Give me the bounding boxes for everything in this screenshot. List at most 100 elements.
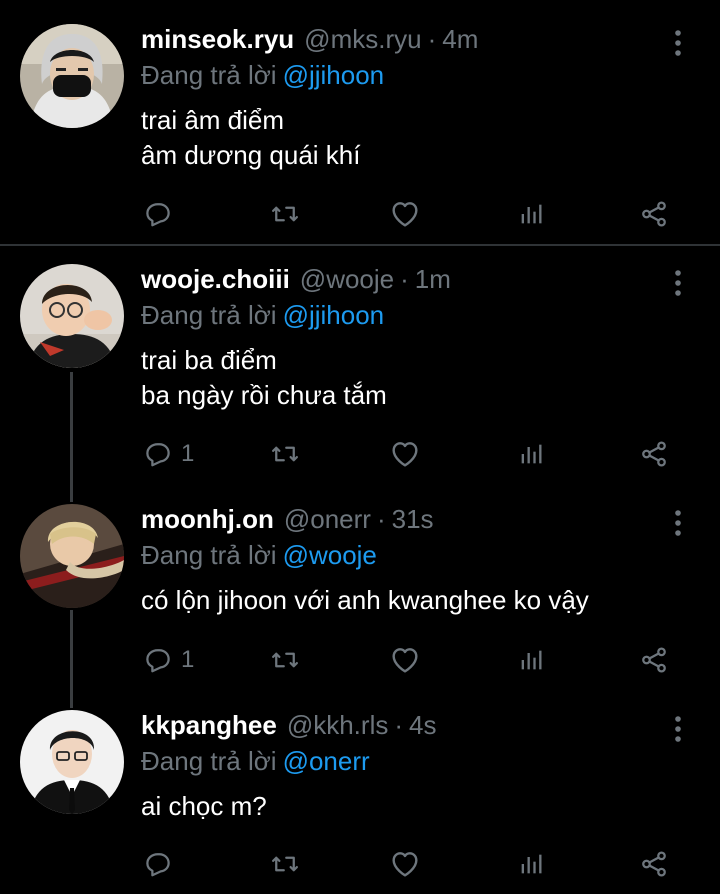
tweet[interactable]: wooje.choiii @wooje · 1m Đang trả lời @jj… [0, 264, 720, 494]
timestamp[interactable]: 4s [409, 710, 436, 741]
timestamp[interactable]: 4m [442, 24, 478, 55]
retweet-icon [270, 849, 300, 879]
replying-to-handle[interactable]: @wooje [283, 540, 377, 570]
reply-button[interactable]: 1 [143, 434, 194, 474]
replying-to-label: Đang trả lời [141, 300, 277, 330]
views-button[interactable] [517, 844, 545, 884]
tweet[interactable]: moonhj.on @onerr · 31s Đang trả lời @wooj… [0, 504, 720, 704]
replying-to-label: Đang trả lời [141, 746, 277, 776]
like-icon [389, 848, 421, 880]
tweet-divider [0, 244, 720, 246]
like-icon [389, 644, 421, 676]
display-name[interactable]: wooje.choiii [141, 264, 290, 295]
retweet-button[interactable] [270, 194, 300, 234]
views-button[interactable] [517, 434, 545, 474]
retweet-button[interactable] [270, 640, 300, 680]
user-handle[interactable]: @wooje [300, 264, 394, 295]
like-button[interactable] [389, 640, 421, 680]
tweet-text-line: âm dương quái khí [141, 140, 361, 170]
avatar[interactable] [20, 24, 124, 128]
tweet-header: wooje.choiii @wooje · 1m [141, 264, 451, 300]
more-icon[interactable] [666, 268, 690, 298]
separator-dot: · [376, 504, 386, 534]
like-button[interactable] [389, 194, 421, 234]
more-icon[interactable] [666, 714, 690, 744]
share-icon [639, 199, 669, 229]
tweet-text: trai ba điểm ba ngày rồi chưa tắm [141, 343, 387, 413]
views-icon [517, 200, 545, 228]
display-name[interactable]: kkpanghee [141, 710, 277, 741]
tweet-text-line: trai ba điểm [141, 345, 277, 375]
tweet-actions [0, 844, 720, 884]
more-icon[interactable] [666, 508, 690, 538]
tweet-header: moonhj.on @onerr · 31s [141, 504, 434, 540]
share-icon [639, 439, 669, 469]
tweet[interactable]: kkpanghee @kkh.rls · 4s Đang trả lời @one… [0, 710, 720, 894]
share-button[interactable] [639, 640, 669, 680]
avatar-blonde-man-icon [20, 504, 124, 608]
tweet-actions: 1 [0, 434, 720, 474]
reply-button[interactable] [143, 194, 181, 234]
replying-to-handle[interactable]: @jjihoon [283, 60, 385, 90]
replying-to-handle[interactable]: @jjihoon [283, 300, 385, 330]
avatar[interactable] [20, 264, 124, 368]
share-icon [639, 849, 669, 879]
share-icon [639, 645, 669, 675]
reply-button[interactable]: 1 [143, 640, 194, 680]
retweet-button[interactable] [270, 434, 300, 474]
separator-dot: · [400, 264, 409, 294]
separator-dot: · [394, 710, 404, 740]
views-button[interactable] [517, 194, 545, 234]
views-icon [517, 646, 545, 674]
user-handle[interactable]: @mks.ryu [304, 24, 421, 55]
reply-icon [143, 849, 173, 879]
tweet-text-line: có lộn jihoon với anh kwanghee ko vậy [141, 585, 589, 615]
views-button[interactable] [517, 640, 545, 680]
tweet-actions [0, 194, 720, 234]
more-icon[interactable] [666, 28, 690, 58]
reply-icon [143, 439, 173, 469]
share-button[interactable] [639, 844, 669, 884]
retweet-icon [270, 645, 300, 675]
avatar[interactable] [20, 710, 124, 814]
display-name[interactable]: minseok.ryu [141, 24, 294, 55]
replying-to: Đang trả lời @jjihoon [141, 300, 384, 331]
tweet-text-line: ai chọc m? [141, 791, 267, 821]
timestamp[interactable]: 31s [392, 504, 434, 535]
like-button[interactable] [389, 844, 421, 884]
display-name[interactable]: moonhj.on [141, 504, 274, 535]
like-button[interactable] [389, 434, 421, 474]
replying-to-handle[interactable]: @onerr [283, 746, 370, 776]
reply-count: 1 [181, 440, 195, 467]
tweet-header: minseok.ryu @mks.ryu · 4m [141, 24, 478, 60]
avatar[interactable] [20, 504, 124, 608]
tweet-actions: 1 [0, 640, 720, 680]
timestamp[interactable]: 1m [415, 264, 451, 295]
tweet[interactable]: minseok.ryu @mks.ryu · 4m Đang trả lời @j… [0, 24, 720, 244]
retweet-button[interactable] [270, 844, 300, 884]
reply-icon [143, 645, 173, 675]
tweet-text: trai âm điểm âm dương quái khí [141, 103, 360, 173]
replying-to-label: Đang trả lời [141, 60, 277, 90]
replying-to: Đang trả lời @onerr [141, 746, 370, 777]
avatar-masked-man-icon [20, 24, 124, 128]
like-icon [389, 198, 421, 230]
avatar-man-glasses-icon [20, 264, 124, 368]
replying-to: Đang trả lời @jjihoon [141, 60, 384, 91]
user-handle[interactable]: @kkh.rls [287, 710, 389, 741]
reply-button[interactable] [143, 844, 181, 884]
reply-count: 1 [181, 646, 195, 673]
tweet-text-line: trai âm điểm [141, 105, 285, 135]
replying-to-label: Đang trả lời [141, 540, 277, 570]
retweet-icon [270, 199, 300, 229]
tweet-text: có lộn jihoon với anh kwanghee ko vậy [141, 583, 589, 618]
views-icon [517, 440, 545, 468]
share-button[interactable] [639, 434, 669, 474]
tweet-header: kkpanghee @kkh.rls · 4s [141, 710, 436, 746]
user-handle[interactable]: @onerr [284, 504, 371, 535]
retweet-icon [270, 439, 300, 469]
replying-to: Đang trả lời @wooje [141, 540, 377, 571]
tweet-text-line: ba ngày rồi chưa tắm [141, 380, 387, 410]
share-button[interactable] [639, 194, 669, 234]
avatar-man-suit-icon [20, 710, 124, 814]
